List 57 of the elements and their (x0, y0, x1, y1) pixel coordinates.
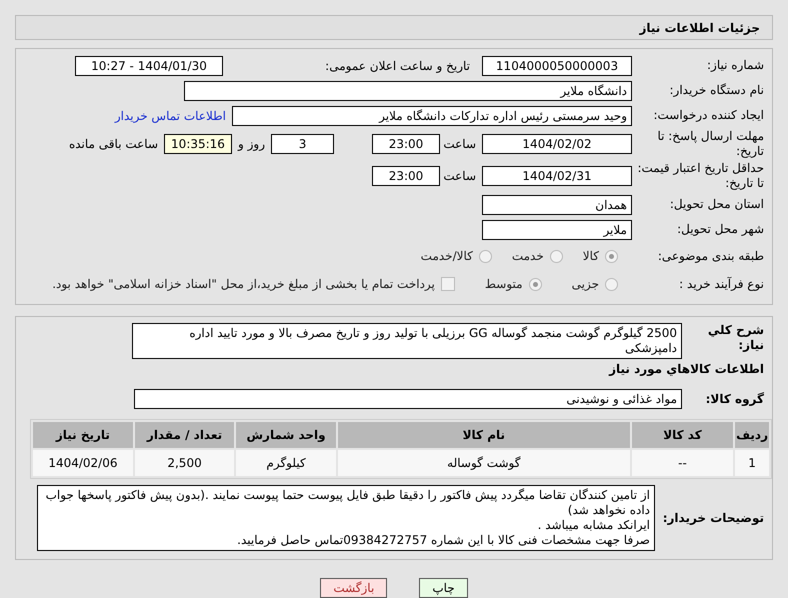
radio-label: کالا (582, 249, 599, 264)
city-field: ملایر (482, 220, 632, 240)
column-header: نام کالا (338, 422, 630, 448)
time-field: 23:00 (372, 166, 440, 186)
need-number-field: 1104000050000003 (482, 56, 632, 76)
notes-line: ایرانکد مشابه میباشد . (536, 518, 650, 533)
contact-link[interactable]: اطلاعات تماس خریدار (114, 108, 226, 123)
table-cell: -- (632, 450, 734, 476)
goods-group-field: مواد غذائی و نوشیدنی (134, 389, 682, 409)
notes-line: از تامین کنندگان تقاضا میگردد پیش فاکتور را دقیقا طبق فایل پیوست حتما پیوست نمایند .(بدون پیش فاکتور پاسخها جواب داده نخواهد شد) (44, 488, 650, 518)
table-cell: 1 (735, 450, 769, 476)
field-label: شماره نیاز: (706, 58, 765, 74)
field-label: حداقل تاریخ اعتبار قیمت: تا تاریخ: (636, 161, 765, 192)
field-label: مهلت ارسال پاسخ: تا تاریخ: (656, 129, 765, 160)
radio-label: جزیی (572, 277, 599, 292)
field-label: گروه کالا: (704, 392, 765, 406)
days-field: 3 (271, 134, 334, 154)
column-header: کد کالا (632, 422, 734, 448)
column-header: تاریخ نیاز (33, 422, 133, 448)
field-label: نوع فرآیند خرید : (678, 276, 765, 292)
time-label: ساعت (446, 137, 476, 152)
field-label: شهر محل تحویل: (676, 222, 765, 238)
remaining-time-field: 10:35:16 (164, 134, 232, 154)
radio-label: خدمت (512, 249, 544, 264)
days-label: روز و (238, 137, 265, 152)
table-cell: گوشت گوساله (338, 450, 630, 476)
field-label: ایجاد کننده درخواست: (652, 108, 765, 124)
notes-line: صرفا جهت مشخصات فنی کالا با این شماره 09384272757تماس حاصل فرمایید. (236, 533, 650, 548)
section-title: اطلاعات کالاهاي مورد نياز (609, 362, 765, 376)
time-label: ساعت (446, 169, 476, 184)
table-cell: کیلوگرم (236, 450, 336, 476)
table-cell: 1404/02/06 (33, 450, 133, 476)
column-header: ردیف (735, 422, 769, 448)
date-field: 1404/02/02 (482, 134, 632, 154)
page-title: جزئیات اطلاعات نیاز (639, 20, 760, 35)
checkbox-label: پرداخت تمام یا بخشی از مبلغ خرید،از محل "اسناد خزانه اسلامی" خواهد بود. (52, 277, 435, 292)
announce-date-field: 1404/01/30 - 10:27 (75, 56, 223, 76)
field-label: توضیحات خریدار: (662, 510, 765, 526)
field-label: طبقه بندی موضوعی: (656, 248, 765, 264)
radio-label: متوسط (484, 277, 523, 292)
column-header: واحد شمارش (236, 422, 336, 448)
back-button[interactable]: بازگشت (320, 578, 388, 598)
field-label: شرح کلي نياز: (706, 323, 765, 353)
radio-label: کالا/خدمت (420, 249, 473, 264)
field-label: استان محل تحویل: (668, 197, 765, 212)
buyer-field: دانشگاه ملایر (184, 80, 632, 101)
table-cell: 2,500 (134, 450, 234, 476)
field-label: نام دستگاه خریدار: (668, 83, 765, 98)
field-label: تاریخ و ساعت اعلان عمومی: (324, 58, 470, 73)
creator-field: وحید سرمستی رئیس اداره تدارکات دانشگاه ملایر (232, 106, 632, 126)
column-header: تعداد / مقدار (134, 422, 234, 448)
date-field: 1404/02/31 (482, 166, 632, 186)
province-field: همدان (482, 194, 632, 215)
print-button[interactable]: چاپ (419, 578, 468, 598)
time-field: 23:00 (372, 134, 440, 154)
remaining-label: ساعت باقی مانده (68, 137, 158, 152)
description-field: 2500 گیلوگرم گوشت منجمد گوساله GG برزیلی با تولید روز و تاریخ مصرف بالا و مورد تایید اداره دامپزشکی (132, 323, 682, 359)
